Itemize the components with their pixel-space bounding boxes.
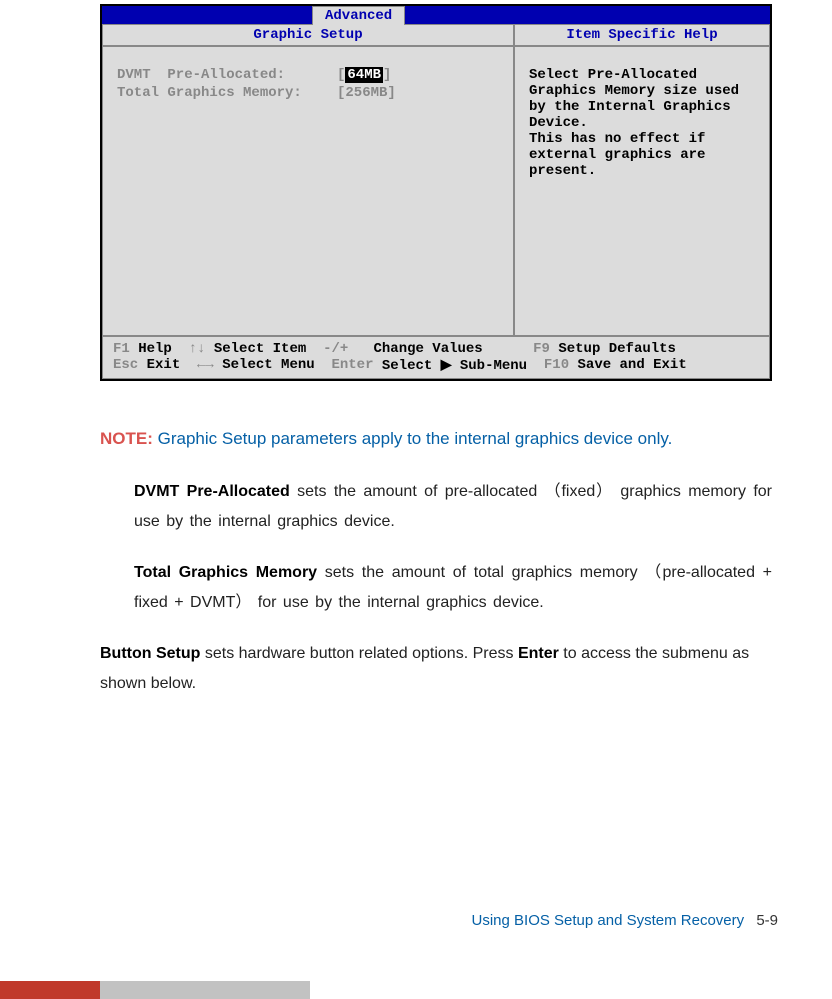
decor-red: [0, 981, 100, 999]
page-footer: Using BIOS Setup and System Recovery 5-9: [472, 912, 778, 929]
key-f1: F1: [113, 341, 130, 357]
help-panel: Select Pre-Allocated Graphics Memory siz…: [514, 46, 770, 336]
desc-term: Total Graphics Memory: [134, 564, 317, 581]
key-f9: F9: [533, 341, 550, 357]
footer-text: Using BIOS Setup and System Recovery: [472, 912, 745, 929]
bios-screen: Advanced Graphic Setup Item Specific Hel…: [100, 4, 772, 381]
desc-total-graphics-memory: Total Graphics Memory sets the amount of…: [134, 558, 772, 619]
option-value: [64MB]: [337, 67, 391, 83]
key-enter: Enter: [331, 357, 373, 374]
option-dvmt-pre-allocated[interactable]: DVMT Pre-Allocated: [64MB]: [117, 67, 505, 83]
note-text: Graphic Setup parameters apply to the in…: [153, 429, 672, 448]
key-arrows-vert-icon: ↑↓: [189, 341, 206, 357]
panel-title-graphic-setup: Graphic Setup: [102, 24, 514, 46]
decor-gray: [100, 981, 310, 999]
page-number: 5-9: [756, 912, 778, 929]
desc-term: Button Setup: [100, 645, 200, 662]
panel-title-item-help: Item Specific Help: [514, 24, 770, 46]
option-total-graphics-memory[interactable]: Total Graphics Memory: [256MB]: [117, 85, 505, 101]
help-text: Select Pre-Allocated Graphics Memory siz…: [529, 67, 755, 179]
key-f10: F10: [544, 357, 569, 374]
options-panel: DVMT Pre-Allocated: [64MB] Total Graphic…: [102, 46, 514, 336]
desc-key-enter: Enter: [518, 645, 559, 662]
key-arrows-horiz-icon: ←→: [197, 357, 214, 374]
bios-menu-bar: Advanced: [102, 6, 770, 24]
key-esc: Esc: [113, 357, 138, 374]
desc-body-pre: sets hardware button related options. Pr…: [200, 645, 518, 662]
bottom-decor-bar: [0, 981, 832, 999]
key-minus-plus: -/+: [323, 341, 348, 357]
option-label: Total Graphics Memory:: [117, 85, 337, 101]
note-label: NOTE:: [100, 429, 153, 448]
option-value: [256MB]: [337, 85, 396, 101]
bios-key-legend: F1 Help ↑↓ Select Item -/+ Change Values…: [102, 336, 770, 379]
decor-rest: [310, 981, 832, 999]
note-block: NOTE: Graphic Setup parameters apply to …: [100, 429, 772, 449]
desc-term: DVMT Pre-Allocated: [134, 483, 290, 500]
option-label: DVMT Pre-Allocated:: [117, 67, 337, 83]
desc-dvmt-pre-allocated: DVMT Pre-Allocated sets the amount of pr…: [134, 477, 772, 538]
desc-button-setup: Button Setup sets hardware button relate…: [100, 639, 772, 700]
tab-advanced[interactable]: Advanced: [312, 6, 405, 25]
